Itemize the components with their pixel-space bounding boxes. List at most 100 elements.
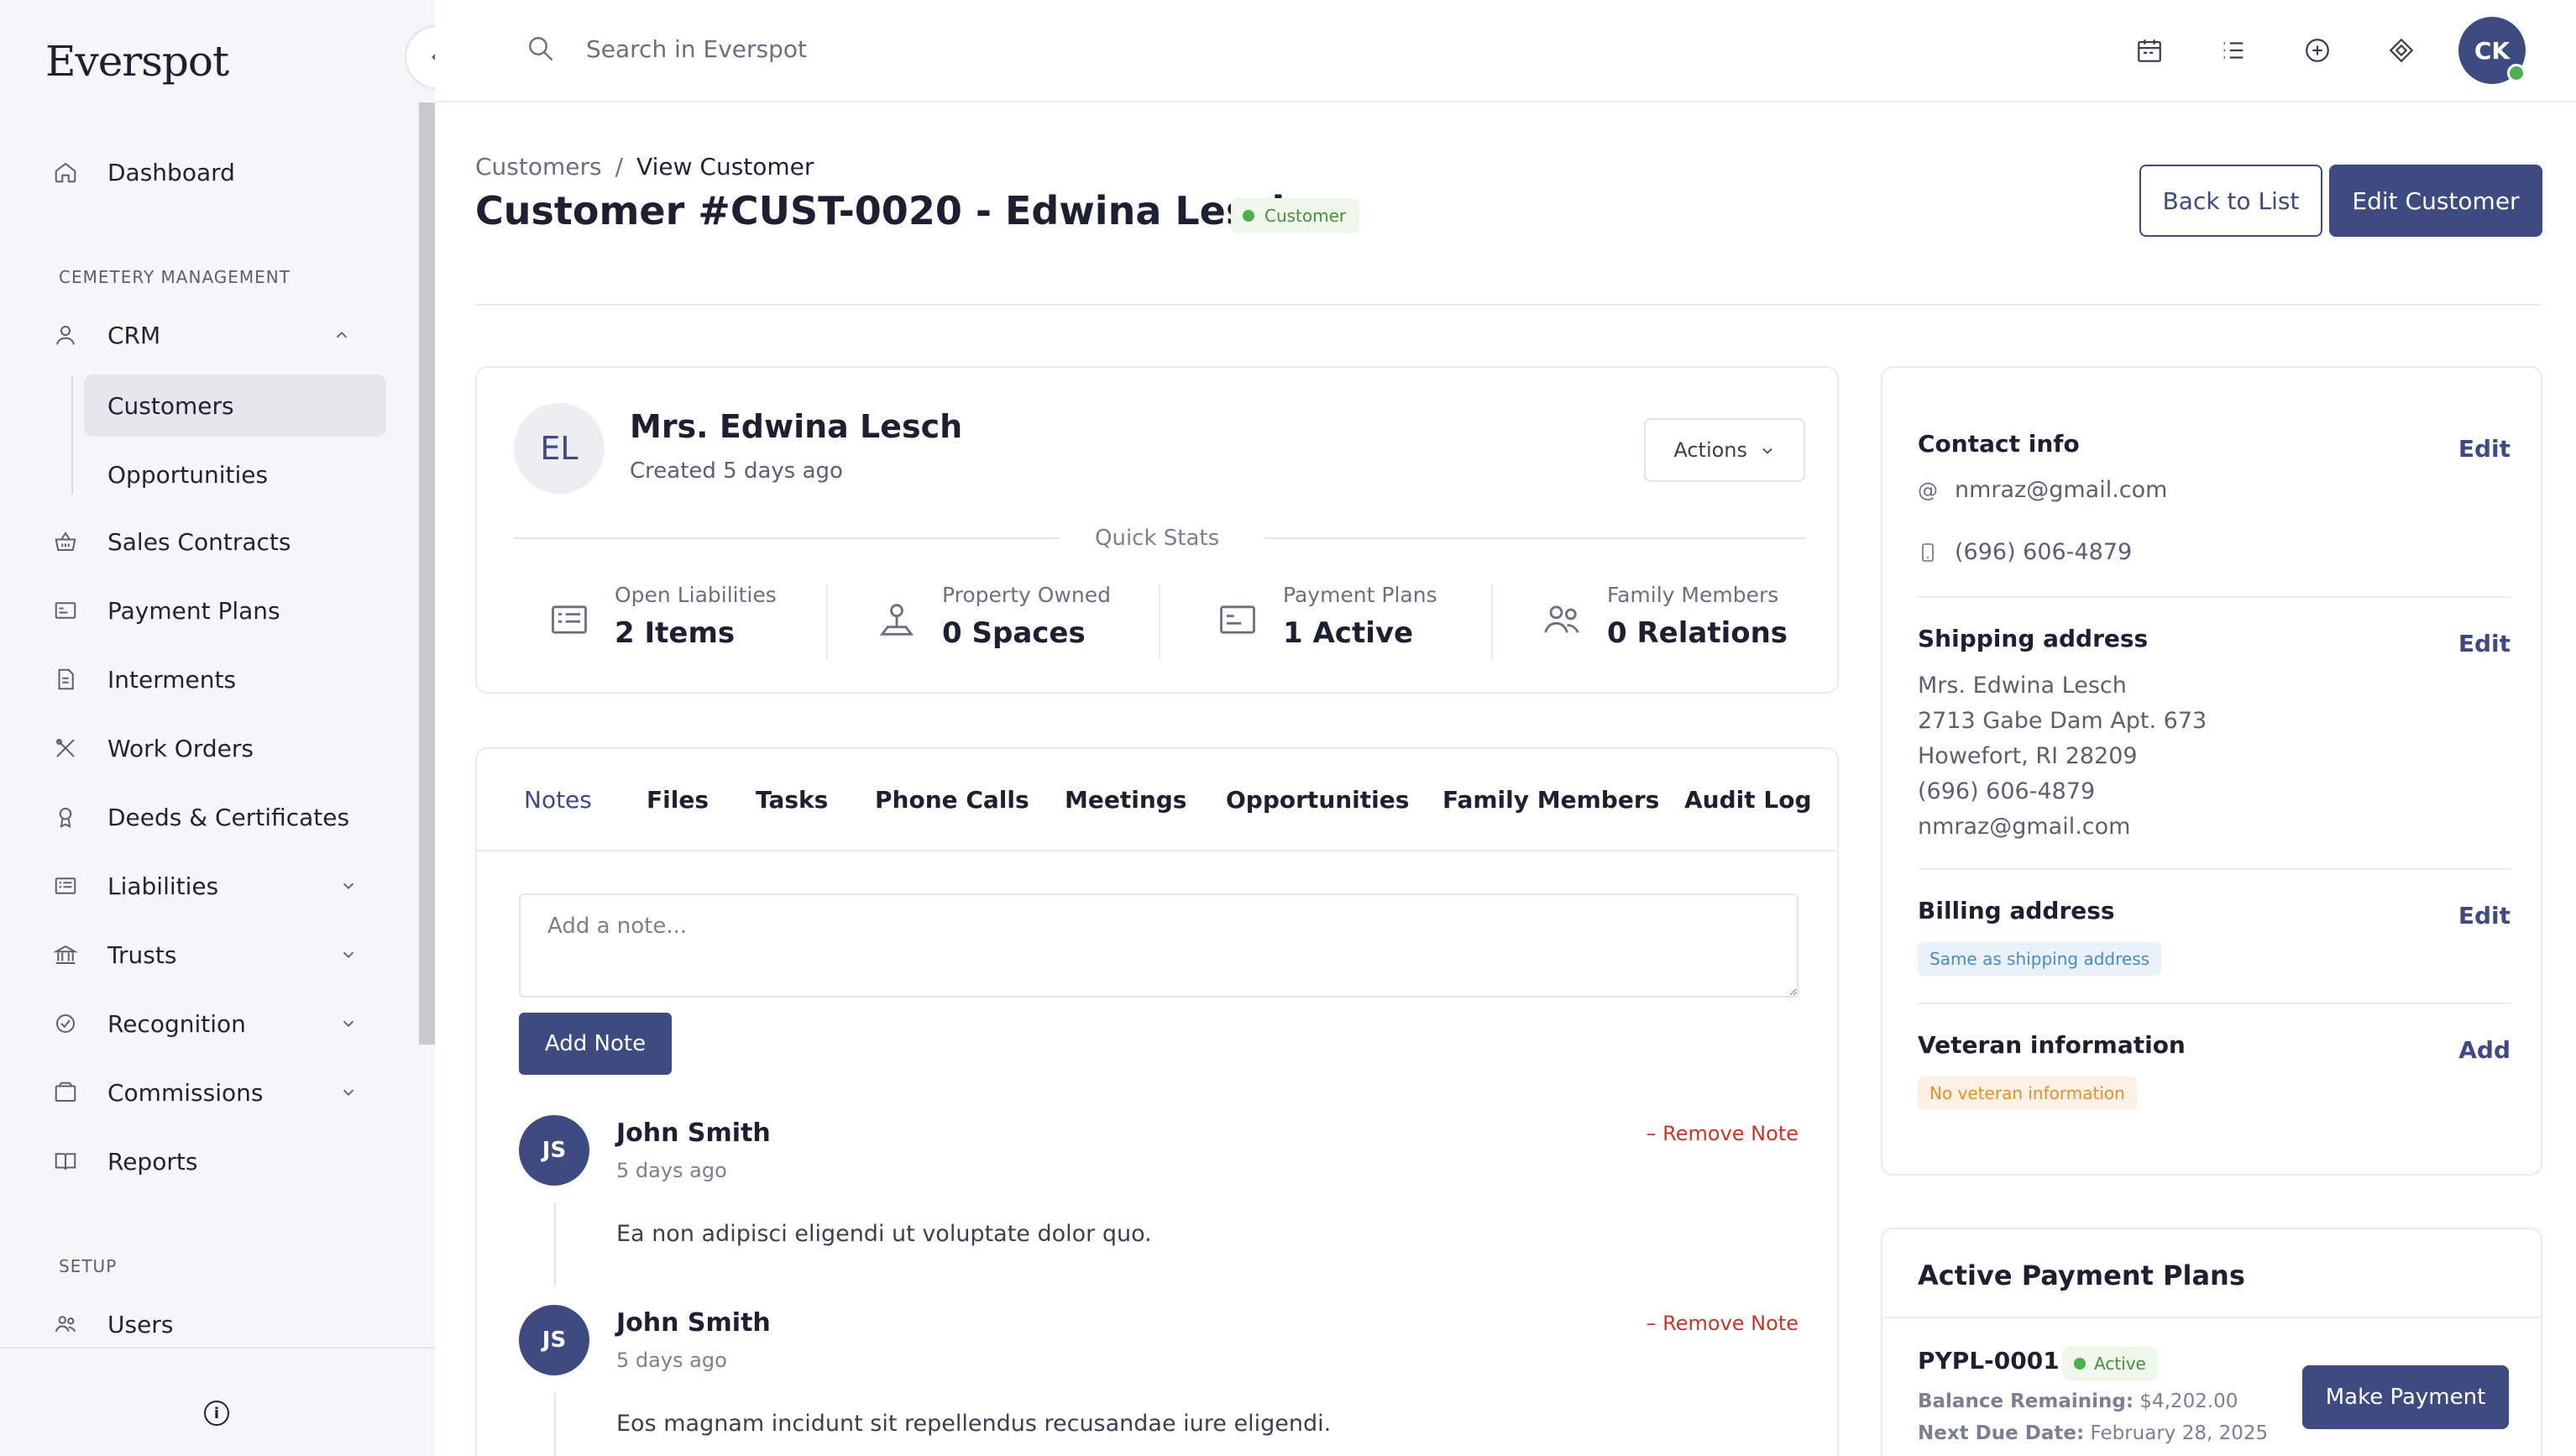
sidebar-item-payment-plans[interactable]: Payment Plans (50, 589, 280, 631)
note-thread-line (554, 1202, 556, 1286)
tab-files[interactable]: Files (647, 786, 709, 814)
tab-meetings[interactable]: Meetings (1065, 786, 1186, 814)
note-item: JS John Smith 5 days ago – Remove Note E… (519, 1115, 1798, 1300)
tab-audit-log[interactable]: Audit Log (1684, 786, 1812, 814)
chevron-down-icon (339, 945, 358, 964)
note-author: John Smith (616, 1118, 771, 1148)
app-logo[interactable]: Everspot (45, 37, 229, 86)
sidebar-item-users[interactable]: Users (50, 1303, 173, 1345)
submenu-guide-line (71, 376, 73, 494)
tab-bar: Notes Files Tasks Phone Calls Meetings O… (477, 749, 1837, 851)
user-icon (50, 320, 81, 350)
author-avatar: JS (519, 1115, 589, 1186)
actions-dropdown[interactable]: Actions (1644, 418, 1805, 482)
divider (1491, 584, 1493, 660)
breadcrumb: Customers / View Customer (475, 153, 814, 181)
top-bar: CK (435, 0, 2576, 102)
edit-contact-button[interactable]: Edit (2458, 435, 2511, 463)
no-veteran-badge: No veteran information (1918, 1076, 2137, 1110)
veteran-info-section: Veteran information Add No veteran infor… (1918, 1031, 2511, 1115)
sidebar-item-work-orders[interactable]: Work Orders (50, 727, 254, 769)
tab-tasks[interactable]: Tasks (756, 786, 828, 814)
sidebar-item-customers[interactable]: Customers (84, 374, 386, 437)
remove-note-button[interactable]: – Remove Note (1647, 1122, 1798, 1145)
stat-family-members: Family Members 0 Relations (1540, 583, 1809, 658)
tab-notes[interactable]: Notes (524, 786, 592, 814)
sidebar-item-label: Users (107, 1310, 174, 1338)
balance-label: Balance Remaining: (1918, 1391, 2134, 1412)
add-note-button[interactable]: Add Note (519, 1013, 672, 1075)
shipping-address-lines: Mrs. Edwina Lesch 2713 Gabe Dam Apt. 673… (1918, 668, 2207, 845)
address-line: nmraz@gmail.com (1918, 814, 2131, 840)
sidebar-item-label: Interments (107, 665, 237, 694)
card-icon (1216, 598, 1259, 642)
sidebar-item-liabilities[interactable]: Liabilities (50, 865, 354, 907)
sidebar-item-interments[interactable]: Interments (50, 658, 236, 700)
document-icon (50, 664, 81, 694)
sidebar-item-opportunities[interactable]: Opportunities (84, 443, 386, 505)
remove-note-button[interactable]: – Remove Note (1647, 1312, 1798, 1335)
billing-address-section: Billing address Edit Same as shipping ad… (1918, 897, 2511, 981)
stat-open-liabilities: Open Liabilities 2 Items (547, 583, 833, 658)
sidebar-item-trusts[interactable]: Trusts (50, 934, 354, 976)
edit-shipping-button[interactable]: Edit (2458, 630, 2511, 657)
phone-row: (696) 606-4879 (1918, 539, 2132, 565)
search-input[interactable] (586, 29, 1090, 69)
sidebar-item-label: Sales Contracts (107, 527, 291, 556)
minus-icon: – (1646, 1122, 1657, 1145)
sidebar-item-reports[interactable]: Reports (50, 1140, 197, 1182)
divider (1882, 1317, 2541, 1318)
chevron-down-icon (339, 1014, 358, 1033)
actions-label: Actions (1673, 438, 1748, 462)
section-title: Veteran information (1918, 1031, 2186, 1059)
phone-value[interactable]: (696) 606-4879 (1955, 539, 2132, 565)
email-row: @ nmraz@gmail.com (1918, 477, 2167, 503)
apps-diamond-icon[interactable] (2385, 34, 2418, 67)
email-value[interactable]: nmraz@gmail.com (1955, 477, 2167, 503)
card-title: Active Payment Plans (1918, 1260, 2245, 1291)
add-circle-icon[interactable] (2301, 34, 2334, 67)
stat-payment-plans: Payment Plans 1 Active (1216, 583, 1484, 658)
bank-icon (50, 940, 81, 970)
sidebar-item-deeds[interactable]: Deeds & Certificates (50, 796, 349, 838)
sidebar-scrollbar[interactable] (419, 102, 435, 1045)
sidebar-item-dashboard[interactable]: Dashboard (50, 151, 235, 193)
edit-customer-button[interactable]: Edit Customer (2329, 165, 2542, 237)
note-input[interactable] (519, 893, 1798, 998)
quick-stats-label: Quick Stats (1095, 526, 1220, 551)
remove-note-label: Remove Note (1662, 1122, 1798, 1145)
balance-row: Balance Remaining: $4,202.00 (1918, 1391, 2238, 1412)
sidebar-item-commissions[interactable]: Commissions (50, 1071, 354, 1113)
breadcrumb-current: View Customer (636, 153, 814, 181)
sidebar-item-crm[interactable]: CRM (50, 314, 348, 356)
plan-status-badge: Active (2062, 1347, 2158, 1380)
tab-family-members[interactable]: Family Members (1442, 786, 1659, 814)
add-veteran-button[interactable]: Add (2458, 1036, 2511, 1064)
info-icon[interactable]: i (204, 1401, 229, 1426)
check-badge-icon (50, 1008, 81, 1039)
make-payment-button[interactable]: Make Payment (2302, 1365, 2509, 1429)
stat-label: Property Owned (942, 583, 1111, 607)
sidebar-item-label: Dashboard (107, 158, 235, 186)
stat-property-owned: Property Owned 0 Spaces (875, 583, 1160, 658)
sidebar-item-label: Work Orders (107, 734, 254, 762)
address-line: Mrs. Edwina Lesch (1918, 673, 2127, 699)
chevron-down-icon (339, 1083, 358, 1102)
calendar-icon[interactable] (2133, 34, 2166, 67)
sidebar-item-sales-contracts[interactable]: Sales Contracts (50, 521, 291, 563)
billing-same-badge: Same as shipping address (1918, 942, 2162, 976)
breadcrumb-customers[interactable]: Customers (475, 153, 602, 181)
stat-value: 0 Relations (1607, 616, 1788, 650)
tab-phone-calls[interactable]: Phone Calls (875, 786, 1029, 814)
remove-note-label: Remove Note (1662, 1312, 1798, 1335)
plan-id[interactable]: PYPL-0001 (1918, 1347, 2060, 1375)
tools-icon (50, 733, 81, 763)
back-to-list-button[interactable]: Back to List (2139, 165, 2322, 237)
sidebar-footer: i (0, 1347, 435, 1456)
edit-billing-button[interactable]: Edit (2458, 902, 2511, 930)
active-payment-plans-card: Active Payment Plans PYPL-0001 Active Ba… (1881, 1228, 2542, 1456)
tab-opportunities[interactable]: Opportunities (1226, 786, 1409, 814)
task-list-icon[interactable] (2217, 34, 2250, 67)
due-date-label: Next Due Date: (1918, 1422, 2085, 1444)
sidebar-item-recognition[interactable]: Recognition (50, 1003, 354, 1045)
